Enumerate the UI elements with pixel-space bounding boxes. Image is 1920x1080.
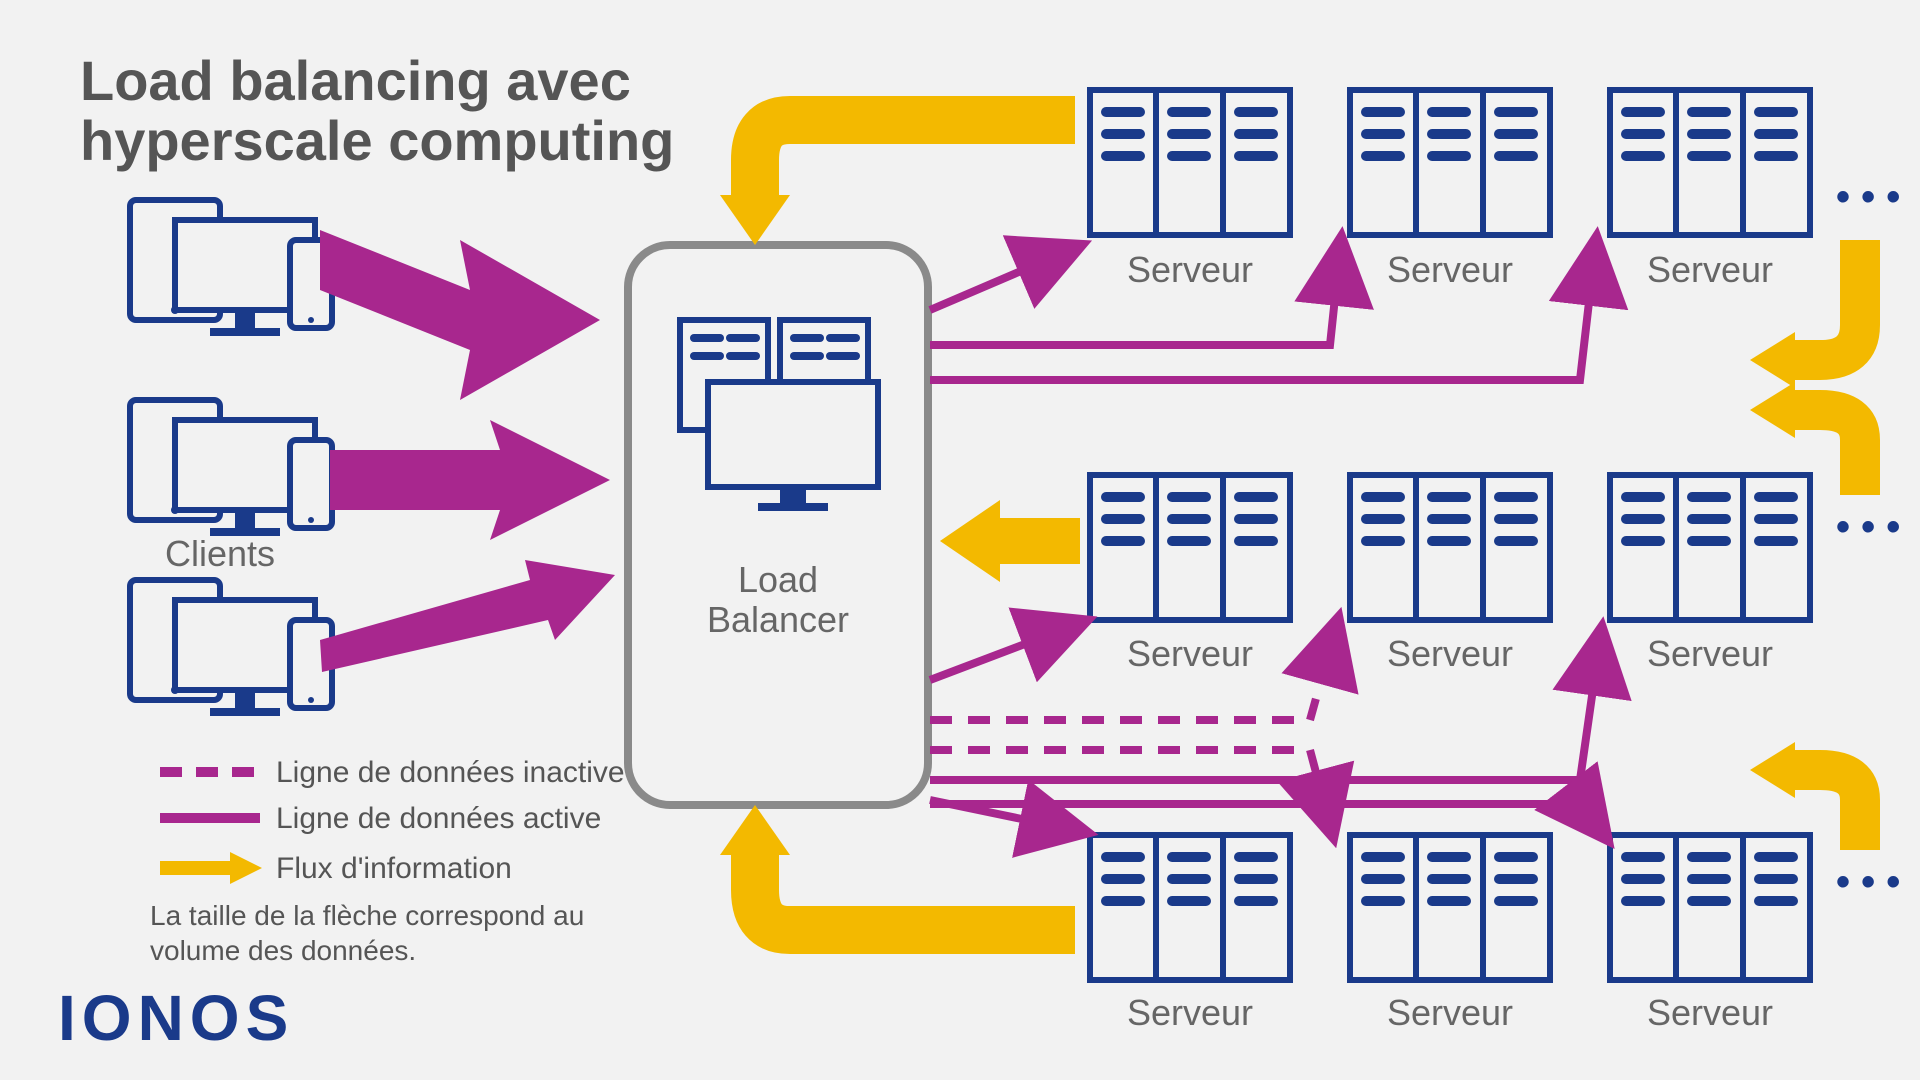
server-label-5: Serveur — [1387, 633, 1513, 674]
title-line1: Load balancing avec — [80, 49, 631, 112]
info-flow-mid — [940, 500, 1080, 582]
note-1: La taille de la flèche correspond au — [150, 900, 584, 931]
load-balancer: Load Balancer — [628, 245, 928, 805]
server-label-4: Serveur — [1127, 633, 1253, 674]
legend-inactive: Ligne de données inactive — [276, 756, 625, 789]
ellipsis-1: • • • — [1836, 175, 1900, 219]
clients-group-2 — [130, 400, 332, 536]
client-arrow-small — [320, 560, 615, 672]
ionos-logo: IONOS — [58, 982, 294, 1054]
server-label-7: Serveur — [1127, 992, 1253, 1033]
server-label-8: Serveur — [1387, 992, 1513, 1033]
server-label-2: Serveur — [1387, 249, 1513, 290]
clients-group-3 — [130, 580, 332, 716]
client-arrow-large — [320, 230, 600, 400]
clients-label: Clients — [165, 533, 275, 574]
legend-flow: Flux d'information — [276, 852, 512, 885]
lb-label-2: Balancer — [707, 599, 849, 640]
lb-label-1: Load — [738, 559, 818, 600]
server-label-6: Serveur — [1647, 633, 1773, 674]
info-flow-bottom — [720, 805, 1075, 930]
server-label-1: Serveur — [1127, 249, 1253, 290]
note-2: volume des données. — [150, 935, 416, 966]
client-arrow-medium — [330, 420, 610, 540]
legend: Ligne de données inactive Ligne de donné… — [160, 756, 625, 885]
return-flow-2 — [1750, 382, 1860, 495]
servers: Serveur Serveur Serveur Serveur Serveur … — [1090, 90, 1810, 1033]
info-flow-top — [720, 120, 1075, 245]
clients-group-1 — [130, 200, 332, 336]
ellipsis-2: • • • — [1836, 505, 1900, 549]
legend-active: Ligne de données active — [276, 802, 601, 835]
title-line2: hyperscale computing — [80, 109, 674, 172]
data-lines-row3 — [930, 800, 1600, 830]
ellipsis-3: • • • — [1836, 860, 1900, 904]
server-label-3: Serveur — [1647, 249, 1773, 290]
server-label-9: Serveur — [1647, 992, 1773, 1033]
